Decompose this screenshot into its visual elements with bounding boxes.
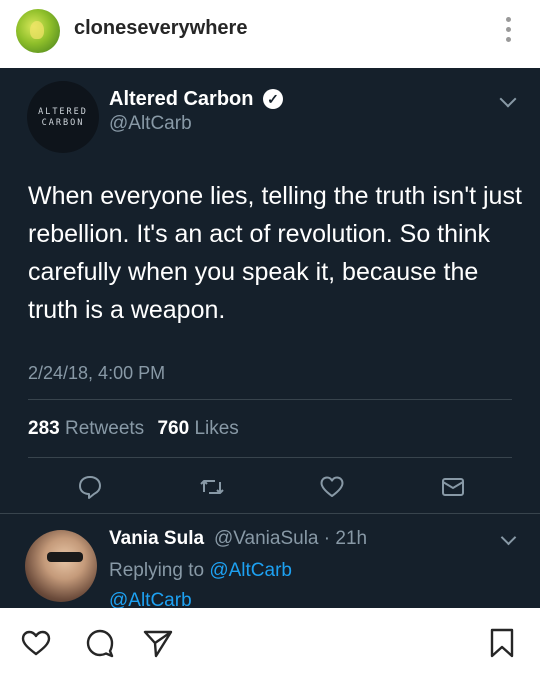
tweet-timestamp: 2/24/18, 4:00 PM	[28, 363, 166, 383]
poster-avatar[interactable]	[16, 9, 60, 53]
avatar-logo-line2: CARBON	[41, 118, 85, 128]
divider	[0, 513, 540, 514]
replying-prefix: Replying to	[109, 560, 205, 581]
message-icon	[439, 473, 467, 501]
bookmark-icon[interactable]	[486, 627, 518, 659]
replying-to-handle: @AltCarb	[209, 560, 292, 581]
tweet-handle: @AltCarb	[109, 113, 192, 134]
replying-to-line: Replying to @AltCarb	[109, 560, 292, 582]
like-icon	[318, 473, 346, 501]
verified-badge-icon: ✓	[263, 89, 283, 109]
post-action-bar	[0, 608, 540, 675]
retweet-icon	[198, 473, 226, 501]
tweet-display-name: Altered Carbon	[109, 88, 254, 110]
poster-username[interactable]: cloneseverywhere	[74, 17, 247, 40]
reply-icon	[76, 473, 104, 501]
share-icon[interactable]	[142, 627, 174, 659]
avatar-logo-line1: ALTERED	[38, 107, 88, 117]
more-options-icon[interactable]	[506, 17, 512, 45]
reply-handle-time: @VaniaSula · 21h	[214, 528, 368, 549]
reply-avatar	[25, 530, 97, 602]
retweet-label: Retweets	[64, 418, 145, 439]
divider	[28, 399, 512, 400]
comment-icon[interactable]	[84, 627, 116, 659]
divider	[28, 457, 512, 458]
tweet-screenshot	[0, 68, 540, 608]
like-label: Likes	[194, 418, 239, 439]
retweet-count: 283	[28, 418, 60, 439]
reply-display-name: Vania Sula	[109, 528, 205, 549]
like-count: 760	[157, 418, 190, 439]
heart-icon[interactable]	[20, 627, 52, 659]
tweet-text: When everyone lies, telling the truth is…	[28, 182, 522, 324]
tweet-stats: 283 Retweets 760 Likes	[28, 418, 239, 440]
post-header: cloneseverywhere	[0, 0, 540, 68]
account-avatar: ALTERED CARBON	[27, 81, 99, 153]
